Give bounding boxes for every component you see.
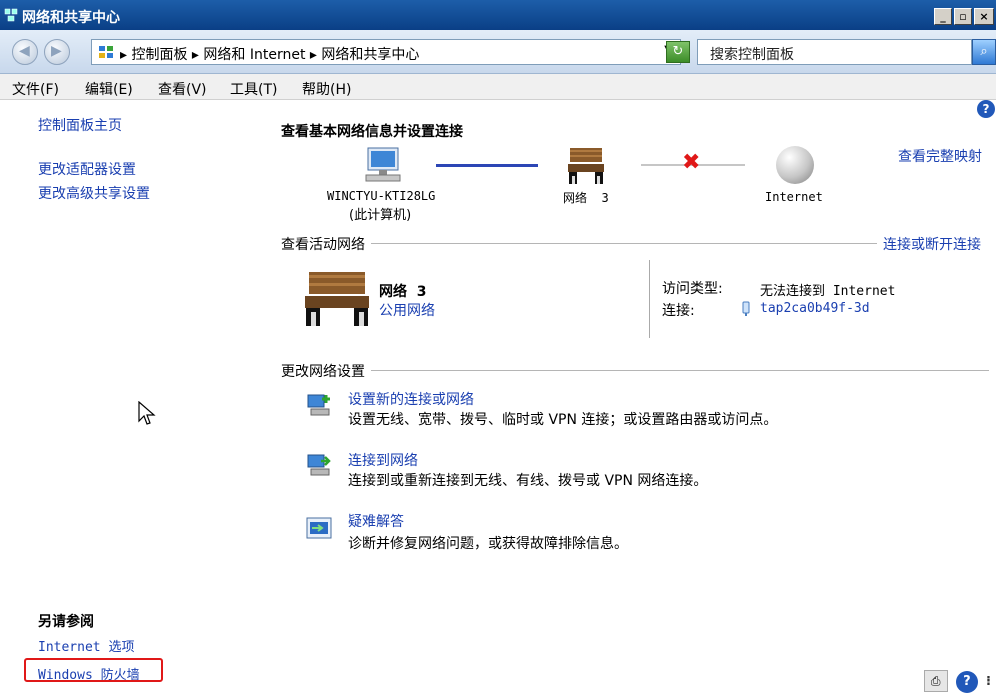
task-connect-network-desc: 连接到或重新连接到无线、有线、拨号或 VPN 网络连接。 xyxy=(348,473,708,489)
status-tray: ⎙ ? ⁝ xyxy=(923,670,994,696)
change-adapter-settings-link[interactable]: 更改适配器设置 xyxy=(38,159,136,179)
control-panel-icon xyxy=(99,46,113,58)
highlight-box xyxy=(24,658,163,682)
refresh-button[interactable]: ↻ xyxy=(666,41,690,63)
connect-disconnect-link[interactable]: 连接或断开连接 xyxy=(883,234,981,254)
internet-map-label: Internet xyxy=(765,190,823,204)
mouse-pointer-icon xyxy=(138,401,156,425)
close-button[interactable]: × xyxy=(974,8,994,25)
adapter-icon xyxy=(742,301,750,316)
forward-button[interactable]: ▶ xyxy=(44,39,70,65)
address-field[interactable]: ▸ 控制面板 ▸ 网络和 Internet ▸ 网络和共享中心 ▼ xyxy=(91,39,681,65)
view-full-map-link[interactable]: 查看完整映射 xyxy=(898,146,982,166)
connection-adapter-link[interactable]: tap2ca0b49f-3d xyxy=(760,301,870,316)
back-button[interactable]: ◀ xyxy=(12,39,38,65)
help-icon[interactable]: ? xyxy=(977,100,995,118)
connect-network-icon xyxy=(307,454,331,476)
computer-name-label: WINCTYU-KTI28LG xyxy=(327,189,436,203)
network-bench-icon xyxy=(568,148,604,184)
more-icon[interactable]: ⁝ xyxy=(986,674,994,696)
menu-help[interactable]: 帮助(H) xyxy=(302,79,351,99)
search-button[interactable]: ⌕ xyxy=(972,39,996,65)
back-arrow-icon: ◀ xyxy=(19,43,30,59)
search-input[interactable]: 搜索控制面板 xyxy=(697,39,972,65)
task-new-connection-link[interactable]: 设置新的连接或网络 xyxy=(348,389,474,409)
access-type-value: 无法连接到 Internet xyxy=(760,284,896,299)
task-new-connection-desc: 设置无线、宽带、拨号、临时或 VPN 连接；或设置路由器或访问点。 xyxy=(348,412,778,428)
task-connect-network-link[interactable]: 连接到网络 xyxy=(348,450,418,470)
task-troubleshoot-desc: 诊断并修复网络问题，或获得故障排除信息。 xyxy=(348,536,628,552)
disconnected-x-icon: ✖ xyxy=(682,150,701,175)
refresh-icon: ↻ xyxy=(672,44,684,59)
control-panel-home-link[interactable]: 控制面板主页 xyxy=(38,115,122,135)
left-pane: 控制面板主页 更改适配器设置 更改高级共享设置 另请参阅 Internet 选项… xyxy=(0,101,250,699)
network-type-link[interactable]: 公用网络 xyxy=(379,300,435,320)
network-center-icon xyxy=(4,8,18,22)
network-map-label: 网络 3 xyxy=(563,191,609,205)
minimize-button[interactable]: _ xyxy=(934,8,952,25)
troubleshoot-icon xyxy=(306,517,332,539)
menu-edit[interactable]: 编辑(E) xyxy=(85,79,133,99)
change-settings-title: 更改网络设置 xyxy=(281,361,371,381)
task-troubleshoot-link[interactable]: 疑难解答 xyxy=(348,511,404,531)
computer-icon xyxy=(365,147,401,182)
internet-options-link[interactable]: Internet 选项 xyxy=(38,636,134,655)
maximize-button[interactable]: ▫ xyxy=(954,8,972,25)
see-also-title: 另请参阅 xyxy=(38,614,94,630)
settings-section-divider xyxy=(281,370,989,371)
computer-sub-label: (此计算机) xyxy=(349,208,412,223)
change-sharing-settings-link[interactable]: 更改高级共享设置 xyxy=(38,183,150,203)
vertical-divider xyxy=(649,260,650,338)
print-icon[interactable]: ⎙ xyxy=(923,670,948,692)
access-type-label: 访问类型: xyxy=(662,281,723,297)
connection-line-computer-network xyxy=(436,164,538,167)
menu-view[interactable]: 查看(V) xyxy=(158,79,207,99)
window-title: 网络和共享中心 xyxy=(22,10,120,26)
menu-bar: 文件(F) 编辑(E) 查看(V) 工具(T) 帮助(H) xyxy=(0,74,996,100)
menu-file[interactable]: 文件(F) xyxy=(12,79,59,99)
connection-label: 连接: xyxy=(662,303,695,319)
active-networks-title: 查看活动网络 xyxy=(281,234,371,254)
menu-tools[interactable]: 工具(T) xyxy=(230,79,277,99)
internet-globe-icon xyxy=(776,146,814,184)
search-placeholder: 搜索控制面板 xyxy=(710,47,794,63)
help-tray-icon[interactable]: ? xyxy=(955,671,978,693)
search-icon: ⌕ xyxy=(980,44,988,59)
active-network-bench-icon xyxy=(305,272,369,326)
forward-arrow-icon: ▶ xyxy=(51,43,62,59)
new-connection-icon xyxy=(307,394,330,416)
page-title: 查看基本网络信息并设置连接 xyxy=(281,124,463,140)
address-bar: ◀ ▶ ▸ 控制面板 ▸ 网络和 Internet ▸ 网络和共享中心 ▼ ↻ … xyxy=(0,30,996,74)
breadcrumb[interactable]: ▸ 控制面板 ▸ 网络和 Internet ▸ 网络和共享中心 xyxy=(120,44,419,64)
active-network-name: 网络 3 xyxy=(379,284,427,300)
title-bar: 网络和共享中心 _ ▫ × xyxy=(0,0,996,30)
